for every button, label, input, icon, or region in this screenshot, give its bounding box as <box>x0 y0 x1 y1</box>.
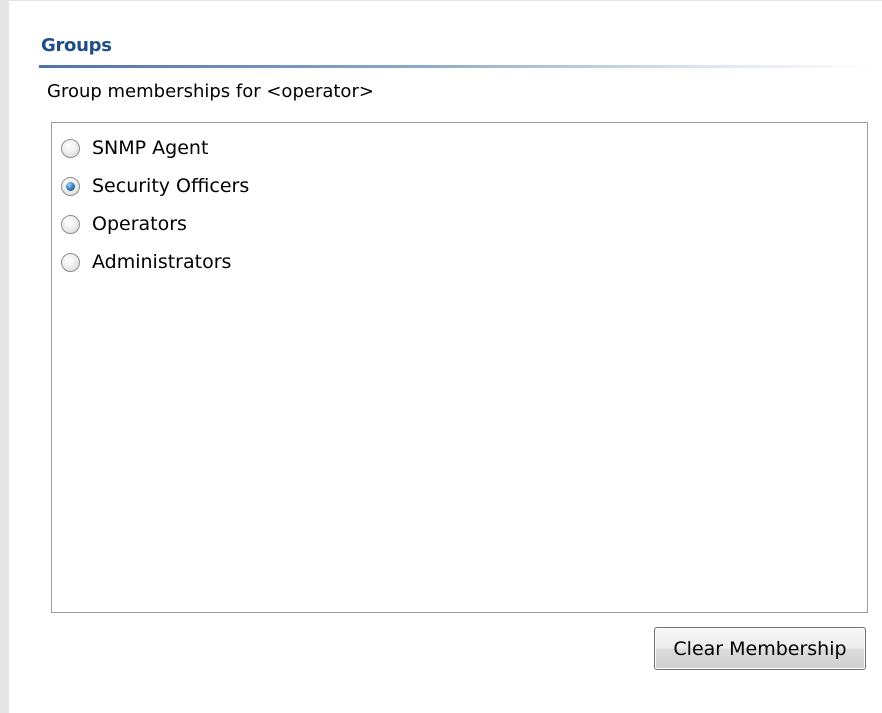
clear-membership-button[interactable]: Clear Membership <box>654 627 866 670</box>
group-option-snmp-agent[interactable]: SNMP Agent <box>61 133 208 163</box>
section-divider <box>39 65 879 68</box>
groups-panel: Groups Group memberships for <operator> … <box>0 0 882 713</box>
radio-button[interactable] <box>61 214 80 234</box>
group-option-operators[interactable]: Operators <box>61 209 187 239</box>
radio-button[interactable] <box>61 252 80 272</box>
radio-button[interactable] <box>61 138 80 158</box>
group-option-label: Security Officers <box>92 175 250 197</box>
group-memberships-label: Group memberships for <operator> <box>47 81 374 102</box>
radio-button-selected[interactable] <box>61 176 80 196</box>
group-option-label: SNMP Agent <box>92 137 209 159</box>
group-option-security-officers[interactable]: Security Officers <box>61 171 249 201</box>
group-option-label: Administrators <box>92 251 232 273</box>
section-title: Groups <box>41 35 112 56</box>
group-radio-list: SNMP Agent Security Officers Operators A… <box>51 122 868 613</box>
group-option-administrators[interactable]: Administrators <box>61 247 231 277</box>
group-option-label: Operators <box>92 213 187 235</box>
